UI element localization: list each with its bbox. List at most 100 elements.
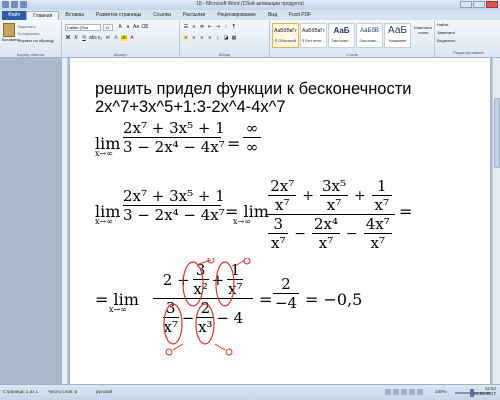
web-layout-icon[interactable]: [401, 389, 407, 395]
equation-1[interactable]: lim x→∞ 2x⁷ + 3x⁵ + 1 3 − 2x⁴ − 4x⁷ = ∞ …: [95, 120, 355, 170]
annotation-circle: [195, 303, 215, 345]
status-bar: Страница: 1 из 1 Число слов: 6 русский 1…: [0, 384, 500, 400]
style-normal[interactable]: АаБбВвГг ¶ Обычный: [272, 23, 299, 48]
bold-icon[interactable]: Ж: [65, 35, 71, 41]
clear-format-icon[interactable]: ⌫: [141, 24, 148, 30]
close-button[interactable]: [486, 1, 498, 8]
annotation-arrow: [172, 343, 226, 351]
cut-button[interactable]: Вырезать: [18, 23, 54, 30]
justify-icon[interactable]: ≡: [207, 35, 213, 41]
copy-button[interactable]: Копировать: [18, 30, 54, 37]
tab-review[interactable]: Рецензирование: [211, 11, 262, 20]
styles-group: АаБбВвГг ¶ Обычный АаБбВвГг ¶ Без инте..…: [270, 21, 435, 57]
styles-group-label: Стили: [346, 52, 358, 57]
italic-icon[interactable]: К: [73, 35, 79, 41]
font-group: Calibri (Осн 12 A a Aa ⌫ Ж К Ч abc x₂ x²…: [62, 21, 180, 57]
result-fraction: ∞ ∞: [243, 120, 261, 155]
annotation-circle: [163, 303, 183, 345]
task-line: решить придел функции к бесконечности: [95, 80, 412, 98]
equation-3[interactable]: = lim x→∞ 2 + 3 x² + 1 x⁷ 3 x⁷ − 2 x³ − …: [95, 258, 415, 358]
subscript-icon[interactable]: x₂: [97, 35, 103, 41]
full-screen-icon[interactable]: [393, 389, 399, 395]
style-heading-2[interactable]: АаБбВ Заголово...: [356, 23, 383, 48]
system-clock: 12:52 18.02.2017: [473, 386, 496, 396]
align-center-icon[interactable]: ≡: [191, 35, 197, 41]
strikethrough-icon[interactable]: abc: [89, 35, 97, 41]
editing-group: Найти Заменить Выделить Редактирование: [435, 21, 500, 57]
numbering-icon[interactable]: ≡: [191, 24, 197, 30]
show-marks-icon[interactable]: ¶: [231, 24, 237, 30]
language-indicator[interactable]: русский: [96, 389, 112, 394]
format-painter-button[interactable]: Формат по образцу: [18, 37, 54, 44]
change-styles-button[interactable]: Изменить стили: [413, 25, 433, 35]
document-page[interactable]: решить придел функции к бесконечности 2x…: [70, 58, 490, 384]
tab-file[interactable]: Файл: [2, 11, 27, 20]
word-count[interactable]: Число слов: 6: [48, 389, 77, 394]
font-size-select[interactable]: 12: [103, 24, 113, 31]
align-left-icon[interactable]: ≡: [183, 35, 189, 41]
tab-foxit-pdf[interactable]: Foxit PDF: [283, 11, 317, 20]
tab-home[interactable]: Главная: [26, 11, 60, 20]
scrollbar-thumb[interactable]: [494, 98, 500, 168]
increase-indent-icon[interactable]: ⇥: [215, 24, 221, 30]
tab-references[interactable]: Ссылки: [147, 11, 177, 20]
font-group-label: Шрифт: [113, 52, 128, 57]
shading-icon[interactable]: ◪: [223, 35, 229, 41]
style-heading-1[interactable]: АаБ Заголово...: [328, 23, 355, 48]
bullets-icon[interactable]: ☰: [183, 24, 189, 30]
tab-page-layout[interactable]: Разметка страницы: [90, 11, 147, 20]
tab-view[interactable]: Вид: [262, 11, 283, 20]
print-layout-icon[interactable]: [385, 389, 391, 395]
annotation-circle: [182, 261, 204, 307]
zoom-level[interactable]: 100%: [435, 389, 447, 394]
red-annotations: [163, 258, 251, 356]
editing-group-label: Редактирование: [453, 50, 484, 55]
style-no-spacing[interactable]: АаБбВвГг ¶ Без инте...: [300, 23, 327, 48]
draft-icon[interactable]: [417, 389, 423, 395]
change-case-icon[interactable]: Aa: [133, 24, 139, 30]
tab-mailings[interactable]: Рассылки: [177, 11, 211, 20]
document-text[interactable]: решить придел функции к бесконечности 2x…: [95, 79, 412, 116]
window-controls: [460, 1, 498, 8]
replace-button[interactable]: Заменить: [435, 29, 500, 37]
decrease-indent-icon[interactable]: ⇤: [207, 24, 213, 30]
multilevel-list-icon[interactable]: ≣: [199, 24, 205, 30]
equation-2[interactable]: lim x→∞ 2x⁷ + 3x⁵ + 1 3 − 2x⁴ − 4x⁷ = li…: [95, 178, 412, 251]
align-right-icon[interactable]: ≡: [199, 35, 205, 41]
compound-fraction: 2x⁷ x⁷ + 3x⁵ x⁷ + 1 x⁷ 3 x⁷ − 2x⁴ x⁷ − 4…: [265, 178, 395, 251]
borders-icon[interactable]: ▦: [231, 35, 237, 41]
underline-icon[interactable]: Ч: [81, 35, 87, 41]
style-title[interactable]: АаБ Название: [384, 23, 411, 48]
limit-operator: lim x→∞: [95, 134, 121, 158]
select-button[interactable]: Выделить: [435, 37, 500, 45]
ribbon-tabs: Файл Главная Вставка Разметка страницы С…: [0, 10, 500, 20]
sort-icon[interactable]: ↕: [223, 24, 229, 30]
clipboard-group: Вставить Вырезать Копировать Формат по о…: [0, 21, 62, 57]
window-title: 18 - Microsoft Word (Сбой активации прод…: [196, 1, 304, 7]
line-spacing-icon[interactable]: ↨: [215, 35, 221, 41]
tab-insert[interactable]: Вставка: [59, 11, 90, 20]
document-workspace: решить придел функции к бесконечности 2x…: [0, 58, 500, 384]
text-effects-icon[interactable]: A: [113, 35, 119, 41]
font-name-select[interactable]: Calibri (Осн: [65, 24, 101, 31]
vertical-scrollbar[interactable]: [492, 58, 500, 384]
fraction: 2x⁷ + 3x⁵ + 1 3 − 2x⁴ − 4x⁷: [123, 119, 225, 156]
highlight-icon[interactable]: ab: [121, 35, 127, 41]
shrink-font-icon[interactable]: a: [125, 24, 131, 30]
maximize-button[interactable]: [473, 1, 485, 8]
page-count[interactable]: Страница: 1 из 1: [3, 389, 38, 394]
paste-button[interactable]: Вставить: [2, 23, 19, 45]
fraction: 2x⁷ + 3x⁵ + 1 3 − 2x⁴ − 4x⁷: [123, 187, 225, 224]
paste-icon: [3, 23, 15, 37]
expression-line: 2x^7+3x^5+1:3-2x^4-4x^7: [95, 98, 286, 116]
minimize-button[interactable]: [460, 1, 472, 8]
superscript-icon[interactable]: x²: [105, 35, 111, 41]
view-buttons: [385, 389, 423, 395]
vertical-ruler: [62, 58, 68, 384]
outline-icon[interactable]: [409, 389, 415, 395]
find-button[interactable]: Найти: [435, 21, 500, 29]
grow-font-icon[interactable]: A: [117, 24, 123, 30]
annotation-small-circle: [165, 348, 173, 356]
font-color-icon[interactable]: A: [129, 35, 135, 41]
paragraph-group: ☰ ≡ ≣ ⇤ ⇥ ↕ ¶ ≡ ≡ ≡ ≡ ↨ ◪ ▦ Абзац: [180, 21, 270, 57]
